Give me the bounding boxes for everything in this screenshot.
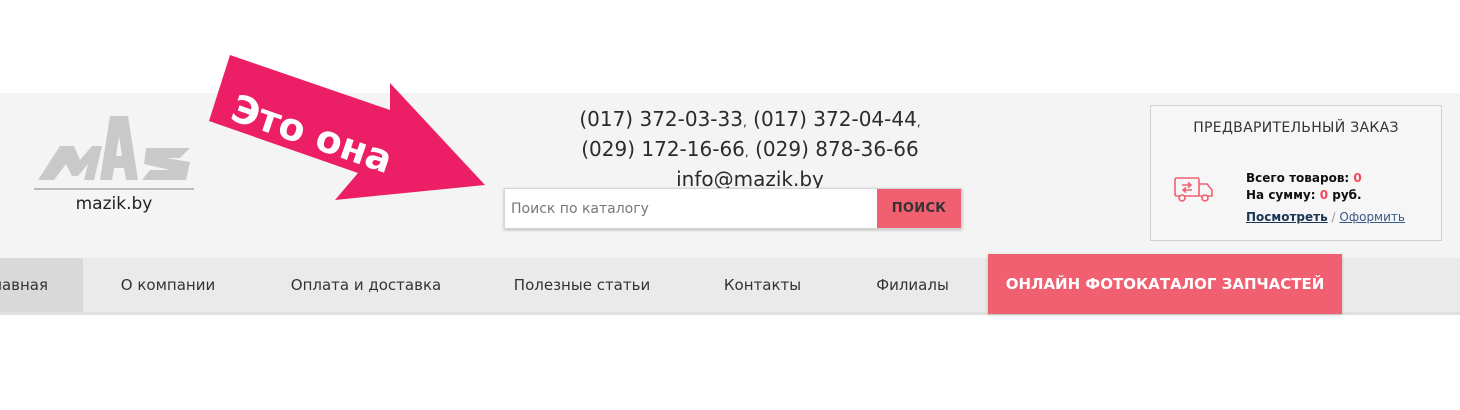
items-count: 0 (1353, 171, 1362, 185)
preorder-title: ПРЕДВАРИТЕЛЬНЫЙ ЗАКАЗ (1193, 120, 1399, 136)
phone-link[interactable]: (017) 372-04-44 (753, 107, 917, 131)
nav-item-home[interactable]: Главная (0, 258, 83, 312)
nav-item-articles[interactable]: Полезные статьи (479, 258, 685, 312)
truck-icon[interactable] (1173, 174, 1215, 204)
catalog-search: ПОИСК (504, 188, 962, 229)
items-label: Всего товаров: (1246, 171, 1350, 185)
link-separator: / (1331, 210, 1336, 224)
sum-value: 0 (1319, 188, 1329, 202)
phone-row-2: (029) 172-16-66, (029) 878-36-66 (581, 137, 919, 161)
preorder-box: ПРЕДВАРИТЕЛЬНЫЙ ЗАКАЗ Всего товаров: 0 Н… (1150, 105, 1442, 241)
sum-row: На сумму: 0 руб. (1246, 187, 1362, 204)
checkout-link[interactable]: Оформить (1339, 210, 1405, 224)
maz-logo-icon (34, 116, 194, 190)
sum-unit: руб. (1332, 188, 1362, 202)
nav-item-payment-delivery[interactable]: Оплата и доставка (253, 258, 479, 312)
phone-row-1: (017) 372-03-33, (017) 372-04-44, (579, 107, 921, 131)
photo-catalog-button[interactable]: ОНЛАЙН ФОТОКАТАЛОГ ЗАПЧАСТЕЙ (988, 254, 1342, 314)
preorder-summary: Всего товаров: 0 На сумму: 0 руб. (1246, 170, 1362, 204)
view-link[interactable]: Посмотреть (1246, 210, 1328, 224)
contact-block: (017) 372-03-33, (017) 372-04-44, (029) … (560, 106, 940, 193)
phone-link[interactable]: (029) 172-16-66 (581, 137, 745, 161)
preorder-links: Посмотреть / Оформить (1246, 210, 1405, 224)
nav-item-about[interactable]: О компании (83, 258, 253, 312)
phone-link[interactable]: (017) 372-03-33 (579, 107, 743, 131)
nav-item-label: Главная (0, 276, 48, 294)
nav-item-branches[interactable]: Филиалы (840, 258, 985, 312)
search-button[interactable]: ПОИСК (877, 189, 961, 228)
sum-label: На сумму: (1246, 188, 1316, 202)
search-input[interactable] (505, 189, 877, 228)
logo-text: mazik.by (75, 194, 153, 214)
nav-item-contacts[interactable]: Контакты (685, 258, 840, 312)
site-logo[interactable]: mazik.by (30, 108, 198, 218)
phone-link[interactable]: (029) 878-36-66 (755, 137, 919, 161)
items-row: Всего товаров: 0 (1246, 170, 1362, 187)
